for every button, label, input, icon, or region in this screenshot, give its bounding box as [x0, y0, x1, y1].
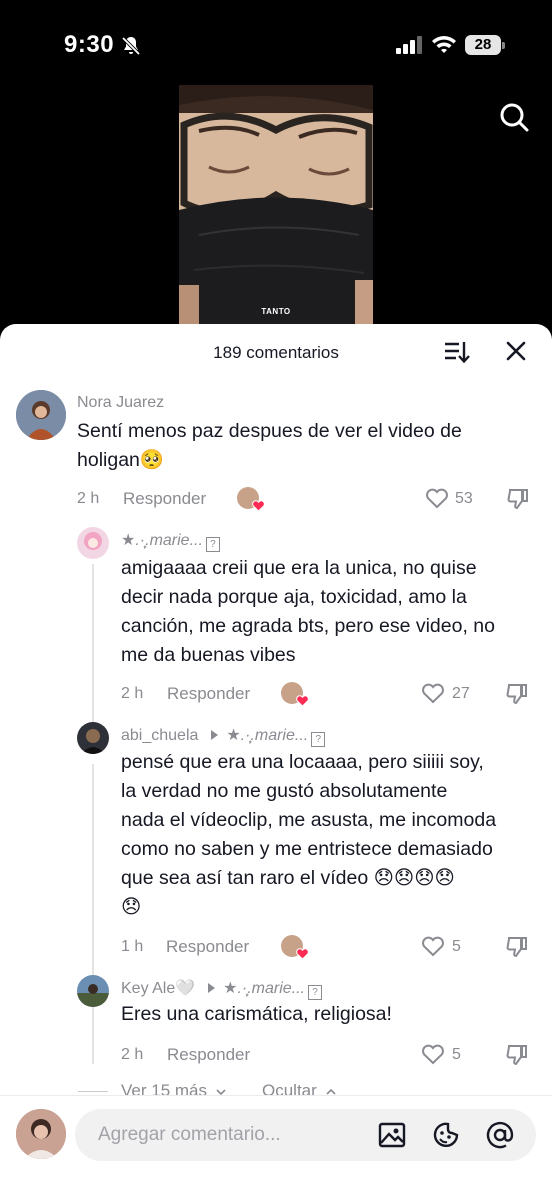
image-icon[interactable] [378, 1121, 406, 1149]
sheet-header: 189 comentarios [0, 324, 552, 380]
avatar[interactable] [77, 722, 109, 754]
video-caption: TANTO [261, 307, 291, 316]
heart-icon[interactable] [421, 935, 445, 957]
avatar[interactable] [16, 390, 66, 440]
avatar[interactable] [77, 975, 109, 1007]
like-count: 53 [455, 490, 473, 507]
status-time: 9:30 [64, 31, 115, 58]
reply-button[interactable]: Responder [123, 489, 206, 509]
heart-icon[interactable] [421, 682, 445, 704]
emoji-icon[interactable] [432, 1121, 460, 1149]
dislike-icon[interactable] [506, 487, 530, 511]
comment-username[interactable]: ★.·̩͙.marie...? [121, 530, 220, 552]
search-icon[interactable] [498, 101, 530, 133]
comment-text-line: como no saben y me entristece demasiado [121, 838, 493, 860]
battery-level: 28 [465, 35, 501, 55]
comment-text: Eres una carismática, religiosa! [121, 1000, 541, 1029]
reply-arrow-icon [210, 730, 218, 740]
reply-item: ★.·̩͙.marie...? amigaaaa creii que era l… [0, 524, 552, 709]
comment-item: Nora Juarez Sentí menos paz despues de v… [0, 384, 552, 514]
video-frame [179, 85, 373, 325]
reply-to-user[interactable]: ★.·̩͙.marie... [223, 980, 305, 997]
comment-time: 2 h [121, 1046, 144, 1063]
reply-button[interactable]: Responder [166, 937, 249, 957]
close-icon[interactable] [505, 340, 527, 362]
reply-button[interactable]: Responder [167, 1045, 250, 1065]
comment-username[interactable]: abi_chuela ★.·̩͙.marie...? [121, 725, 326, 747]
heart-icon [252, 500, 265, 512]
comment-text-line: que sea así tan raro el vídeo 😞😞😞😞 [121, 867, 455, 889]
comment-text-line: me da buenas vibes [121, 644, 296, 666]
status-bar: 9:30 28 [0, 0, 552, 80]
comment-time: 2 h [77, 490, 100, 507]
unknown-glyph: ? [308, 985, 322, 1000]
comments-sheet: 189 comentarios Nora Juarez Sentí menos … [0, 324, 552, 1200]
comment-text-line: nada el vídeoclip, me asusta, me incomod… [121, 809, 497, 831]
comment-text-line: Eres una carismática, religiosa! [121, 1003, 392, 1025]
avatar[interactable] [77, 527, 109, 559]
comment-text-line: la verdad no me gustó absolutamente [121, 780, 448, 802]
reply-item: Key Ale🤍 ★.·̩͙.marie...? Eres una carism… [0, 974, 552, 1074]
comment-text-line: holigan🥺 [77, 449, 165, 471]
comment-text-line: pensé que era una locaaaa, pero siiiii s… [121, 751, 484, 773]
dislike-icon[interactable] [505, 1043, 529, 1067]
comment-text-line: 😞 [121, 896, 142, 918]
heart-icon [296, 695, 309, 707]
comment-input[interactable]: Agregar comentario... [75, 1109, 536, 1161]
reply-item: abi_chuela ★.·̩͙.marie...? pensé que era… [0, 720, 552, 970]
like-count: 27 [452, 685, 470, 702]
comment-text-line: Sentí menos paz despues de ver el video … [77, 420, 462, 442]
comment-composer: Agregar comentario... [0, 1095, 552, 1200]
comment-time: 2 h [121, 685, 144, 702]
sort-icon[interactable] [444, 340, 470, 364]
wifi-icon [432, 36, 456, 53]
video-preview[interactable]: TANTO [179, 85, 373, 325]
creator-liked-avatar [237, 487, 265, 512]
like-count: 5 [452, 1046, 461, 1063]
divider [78, 1091, 108, 1092]
heart-icon [296, 948, 309, 960]
reply-arrow-icon [207, 983, 215, 993]
username-text: ★.·̩͙.marie... [121, 532, 203, 549]
mention-icon[interactable] [486, 1121, 514, 1149]
bell-muted-icon [121, 36, 141, 56]
battery-icon: 28 [465, 35, 505, 55]
avatar [16, 1109, 66, 1159]
reply-button[interactable]: Responder [167, 684, 250, 704]
signal-icon [396, 36, 422, 54]
comment-text-line: canción, me agrada bts, pero ese video, … [121, 615, 495, 637]
username-text: abi_chuela [121, 727, 199, 744]
comment-username[interactable]: Nora Juarez [77, 394, 164, 412]
creator-liked-avatar [281, 682, 309, 707]
comment-time: 1 h [121, 938, 144, 955]
username-text: Key Ale🤍 [121, 980, 196, 997]
like-count: 5 [452, 938, 461, 955]
unknown-glyph: ? [311, 732, 326, 747]
comment-text: Sentí menos paz despues de ver el video … [77, 417, 517, 475]
heart-icon[interactable] [425, 487, 449, 509]
comment-username[interactable]: Key Ale🤍 ★.·̩͙.marie...? [121, 978, 322, 1000]
dislike-icon[interactable] [505, 682, 529, 706]
comment-text: pensé que era una locaaaa, pero siiiii s… [121, 748, 541, 922]
comment-text-line: decir nada porque aja, toxicidad, amo la [121, 586, 467, 608]
heart-icon[interactable] [421, 1043, 445, 1065]
comment-text: amigaaaa creii que era la unica, no quis… [121, 554, 541, 670]
unknown-glyph: ? [205, 537, 220, 552]
comment-placeholder: Agregar comentario... [98, 1124, 281, 1145]
dislike-icon[interactable] [505, 935, 529, 959]
reply-to-user[interactable]: ★.·̩͙.marie... [226, 727, 308, 744]
creator-liked-avatar [281, 935, 309, 960]
comment-text-line: amigaaaa creii que era la unica, no quis… [121, 557, 477, 579]
